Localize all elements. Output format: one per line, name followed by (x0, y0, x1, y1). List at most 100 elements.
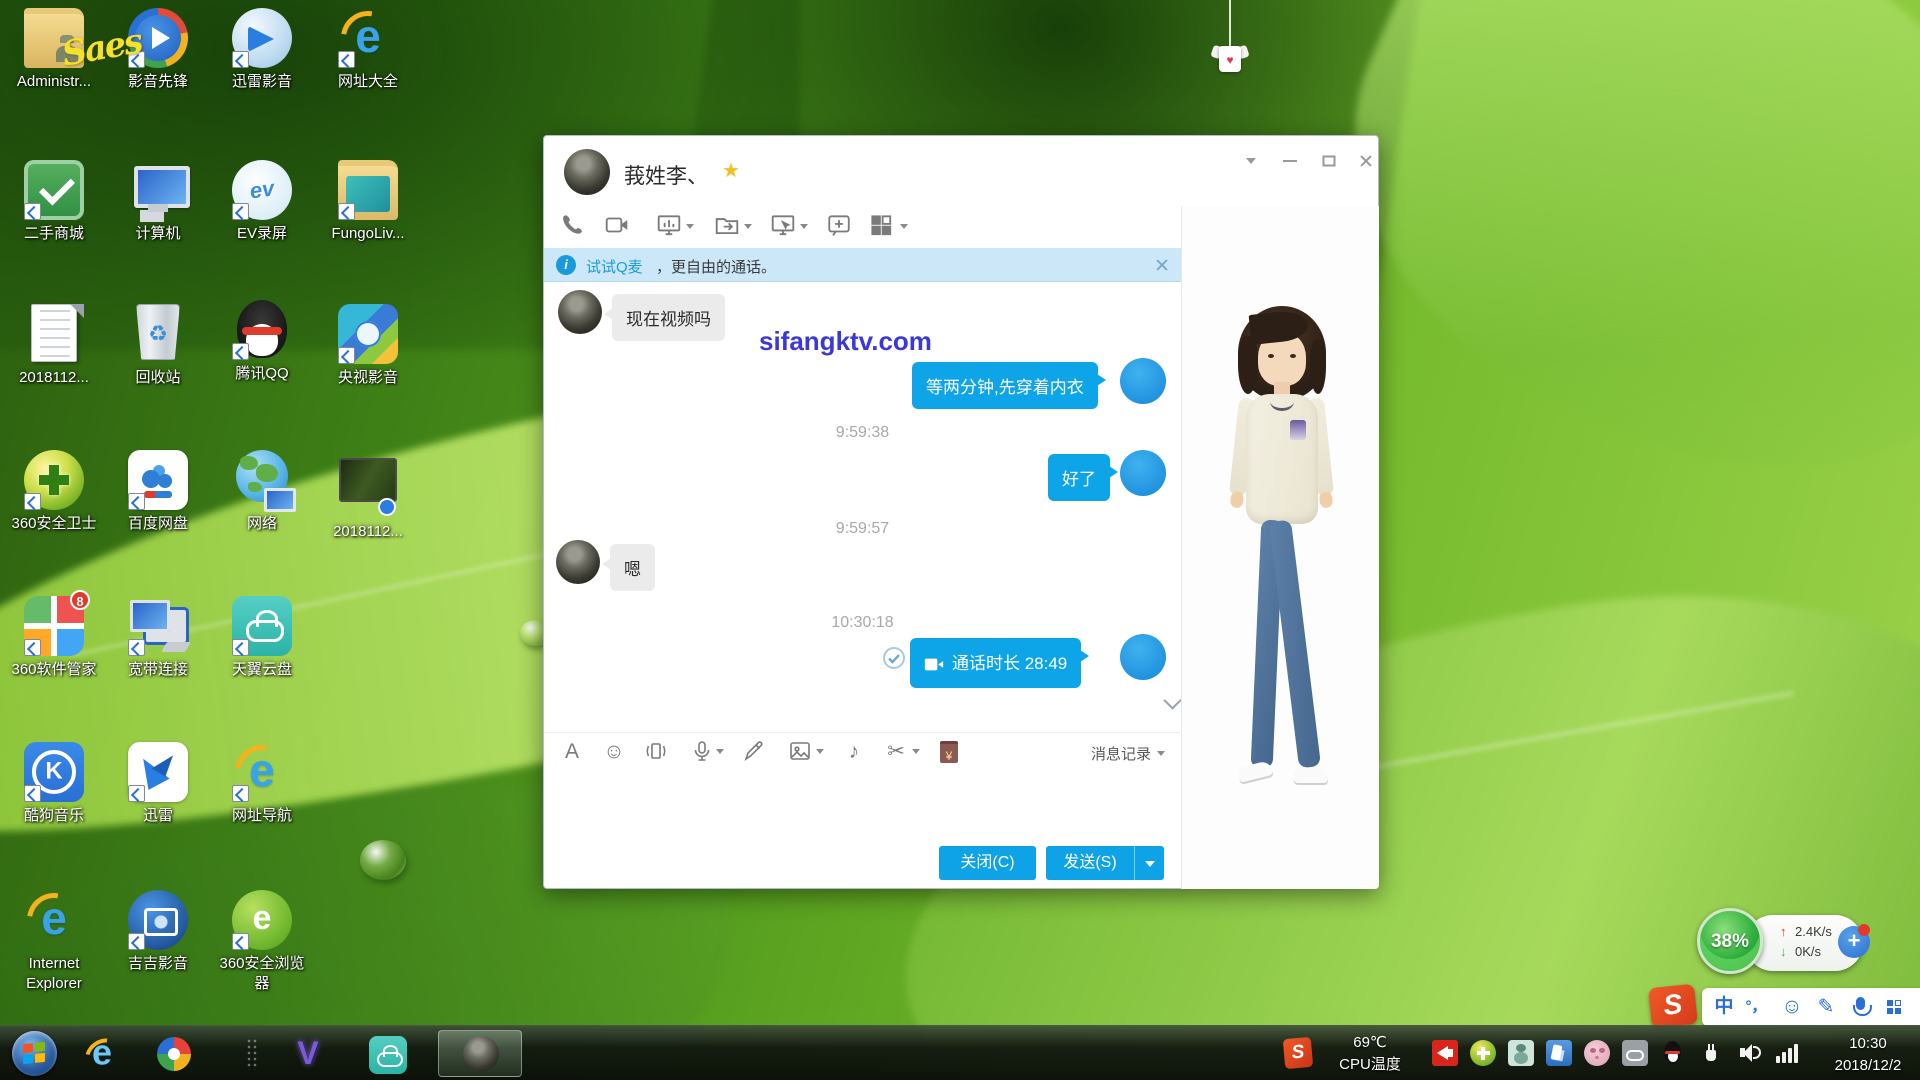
window-pin-dropdown-button[interactable] (1236, 148, 1266, 174)
voice-message-icon[interactable] (688, 739, 716, 765)
memory-ball[interactable]: 38% (1697, 908, 1763, 974)
cloud-sync-tray-icon[interactable] (1622, 1040, 1648, 1066)
create-group-icon[interactable] (826, 212, 856, 242)
outgoing-avatar[interactable] (1120, 358, 1166, 404)
red-packet-icon[interactable]: ¥ (936, 739, 964, 765)
360-tray-icon[interactable] (1470, 1040, 1496, 1066)
qmic-link[interactable]: 试试Q麦 (586, 256, 643, 277)
taskbar-v-app-button[interactable]: V (282, 1032, 334, 1076)
message-history-button[interactable]: 消息记录 (1091, 743, 1151, 764)
handwriting-icon[interactable] (740, 739, 768, 765)
document-tray-icon[interactable] (1546, 1040, 1572, 1066)
remote-desktop-dropdown-icon[interactable] (800, 224, 808, 229)
sogou-tray-icon[interactable]: S (1283, 1037, 1314, 1069)
message-input-area[interactable] (544, 770, 1181, 838)
screen-demo-dropdown-icon[interactable] (686, 224, 694, 229)
desktop-icon-huishouzhan[interactable]: 回收站 (108, 304, 208, 388)
video-call-icon[interactable] (604, 212, 634, 242)
ime-punctuation-button[interactable]: °， (1742, 993, 1770, 1021)
desktop-icon-file-2018112[interactable]: 2018112... (4, 304, 104, 388)
qq-show-panel[interactable] (1181, 206, 1379, 889)
voice-dropdown-icon[interactable] (716, 749, 724, 754)
desktop-icon-ershou-shangcheng[interactable]: 二手商城 (4, 160, 104, 244)
desktop-icon-wangzhi-daquan[interactable]: e 网址大全 (318, 8, 418, 92)
taskbar-active-chat-button[interactable] (438, 1030, 522, 1077)
desktop-icon-tengxun-qq[interactable]: 腾讯QQ (212, 300, 312, 384)
start-button[interactable] (12, 1031, 57, 1076)
voice-call-icon[interactable] (560, 212, 590, 242)
power-plug-tray-icon[interactable] (1698, 1040, 1724, 1066)
screenshot-dropdown-icon[interactable] (912, 749, 920, 754)
outgoing-avatar[interactable] (1120, 634, 1166, 680)
image-dropdown-icon[interactable] (816, 749, 824, 754)
window-titlebar[interactable]: 莪姓李、 ★ (544, 136, 1378, 206)
desktop-icon-kuandai-lianjie[interactable]: 宽带连接 (108, 596, 208, 680)
sogou-logo-icon[interactable]: S (1648, 984, 1698, 1029)
ime-emoji-button[interactable]: ☺ (1778, 993, 1806, 1021)
send-file-dropdown-icon[interactable] (744, 224, 752, 229)
shortcut-arrow-icon (128, 493, 145, 510)
timestamp: 9:59:57 (544, 520, 1181, 538)
window-shake-icon[interactable] (642, 739, 670, 765)
network-signal-tray-icon[interactable] (1774, 1040, 1800, 1066)
remote-desktop-icon[interactable] (770, 212, 800, 242)
ime-language-button[interactable]: 中 (1710, 993, 1738, 1021)
pink-app-tray-icon[interactable] (1584, 1040, 1610, 1066)
notification-badge: 8 (70, 590, 90, 610)
qq-show-shirt-icon[interactable]: ♥ (1212, 44, 1248, 74)
taskbar-clock[interactable]: 10:30 2018/12/2 (1822, 1033, 1914, 1077)
qq-apps-dropdown-icon[interactable] (900, 224, 908, 229)
accelerate-plus-button[interactable]: + (1838, 926, 1870, 958)
desktop-icon-kugou-yinyue[interactable]: K 酷狗音乐 (4, 742, 104, 826)
shortcut-arrow-icon (24, 639, 41, 656)
screenshot-scissors-icon[interactable]: ✂ (882, 739, 910, 765)
desktop-icon-xunlei-yingyin[interactable]: 迅雷影音 (212, 8, 312, 92)
desktop-icon-fungolive[interactable]: FungoLiv... (318, 160, 418, 244)
desktop-icon-ev-luping[interactable]: EV录屏 (212, 160, 312, 244)
desktop-icon-xunlei[interactable]: 迅雷 (108, 742, 208, 826)
send-file-icon[interactable] (714, 212, 744, 242)
desktop-icon-jiji-yingyin[interactable]: 吉吉影音 (108, 890, 208, 974)
desktop-icon-wangzhi-daohang[interactable]: e 网址导航 (212, 742, 312, 826)
desktop-icon-yangshi-yingyin[interactable]: 央视影音 (318, 304, 418, 388)
ime-toolbox-button[interactable] (1880, 993, 1908, 1021)
announcer-tray-icon[interactable] (1432, 1040, 1458, 1066)
emoji-icon[interactable]: ☺ (600, 739, 628, 765)
send-options-dropdown-button[interactable] (1134, 846, 1164, 880)
taskbar-ie-button[interactable]: e (76, 1032, 128, 1076)
close-window-button[interactable] (1351, 148, 1381, 174)
contact-avatar[interactable] (564, 149, 610, 195)
music-icon[interactable]: ♪ (840, 739, 868, 765)
desktop-icon-360-liulanqi[interactable]: e 360安全浏览器 (212, 890, 312, 993)
message-list[interactable]: 现在视频吗 sifangktv.com 等两分钟,先穿着内衣 9:59:38 好… (544, 282, 1181, 732)
qq-tray-icon[interactable] (1660, 1040, 1686, 1066)
screen-demo-icon[interactable] (656, 212, 686, 242)
incoming-avatar[interactable] (556, 540, 600, 584)
desktop-icon-baidu-wangpan[interactable]: 百度网盘 (108, 450, 208, 534)
ime-handwriting-button[interactable]: ✎ (1812, 993, 1840, 1021)
incoming-avatar[interactable] (558, 290, 602, 334)
desktop-icon-360-anquan-weishi[interactable]: 360安全卫士 (4, 450, 104, 534)
broadband-icon (128, 596, 188, 656)
desktop-icon-360-ruanjian-guanjia[interactable]: 8 360软件管家 (4, 596, 104, 680)
font-icon[interactable]: A (558, 739, 586, 765)
desktop-icon-tianyi-yunpan[interactable]: 天翼云盘 (212, 596, 312, 680)
taskbar-cloud-app-button[interactable] (362, 1032, 414, 1076)
maximize-button[interactable] (1314, 148, 1344, 174)
contacts-tray-icon[interactable] (1508, 1040, 1534, 1066)
send-image-icon[interactable] (786, 739, 814, 765)
close-chat-button[interactable]: 关闭(C) (939, 846, 1036, 880)
qq-apps-icon[interactable] (868, 212, 898, 242)
outgoing-avatar[interactable] (1120, 450, 1166, 496)
desktop-icon-video-2018112[interactable]: 2018112... (318, 450, 418, 542)
send-button[interactable]: 发送(S) (1046, 846, 1134, 880)
scroll-down-icon[interactable] (1163, 691, 1181, 709)
desktop-icon-wangluo[interactable]: 网络 (212, 450, 312, 534)
notification-close-icon[interactable] (1153, 256, 1171, 274)
volume-tray-icon[interactable] (1736, 1040, 1762, 1066)
taskbar-sogou-browser-button[interactable] (148, 1032, 200, 1076)
minimize-button[interactable] (1275, 148, 1305, 174)
desktop-icon-jisuanji[interactable]: 计算机 (108, 160, 208, 244)
ime-voice-button[interactable] (1846, 993, 1874, 1021)
desktop-icon-internet-explorer[interactable]: e Internet Explorer (4, 890, 104, 993)
